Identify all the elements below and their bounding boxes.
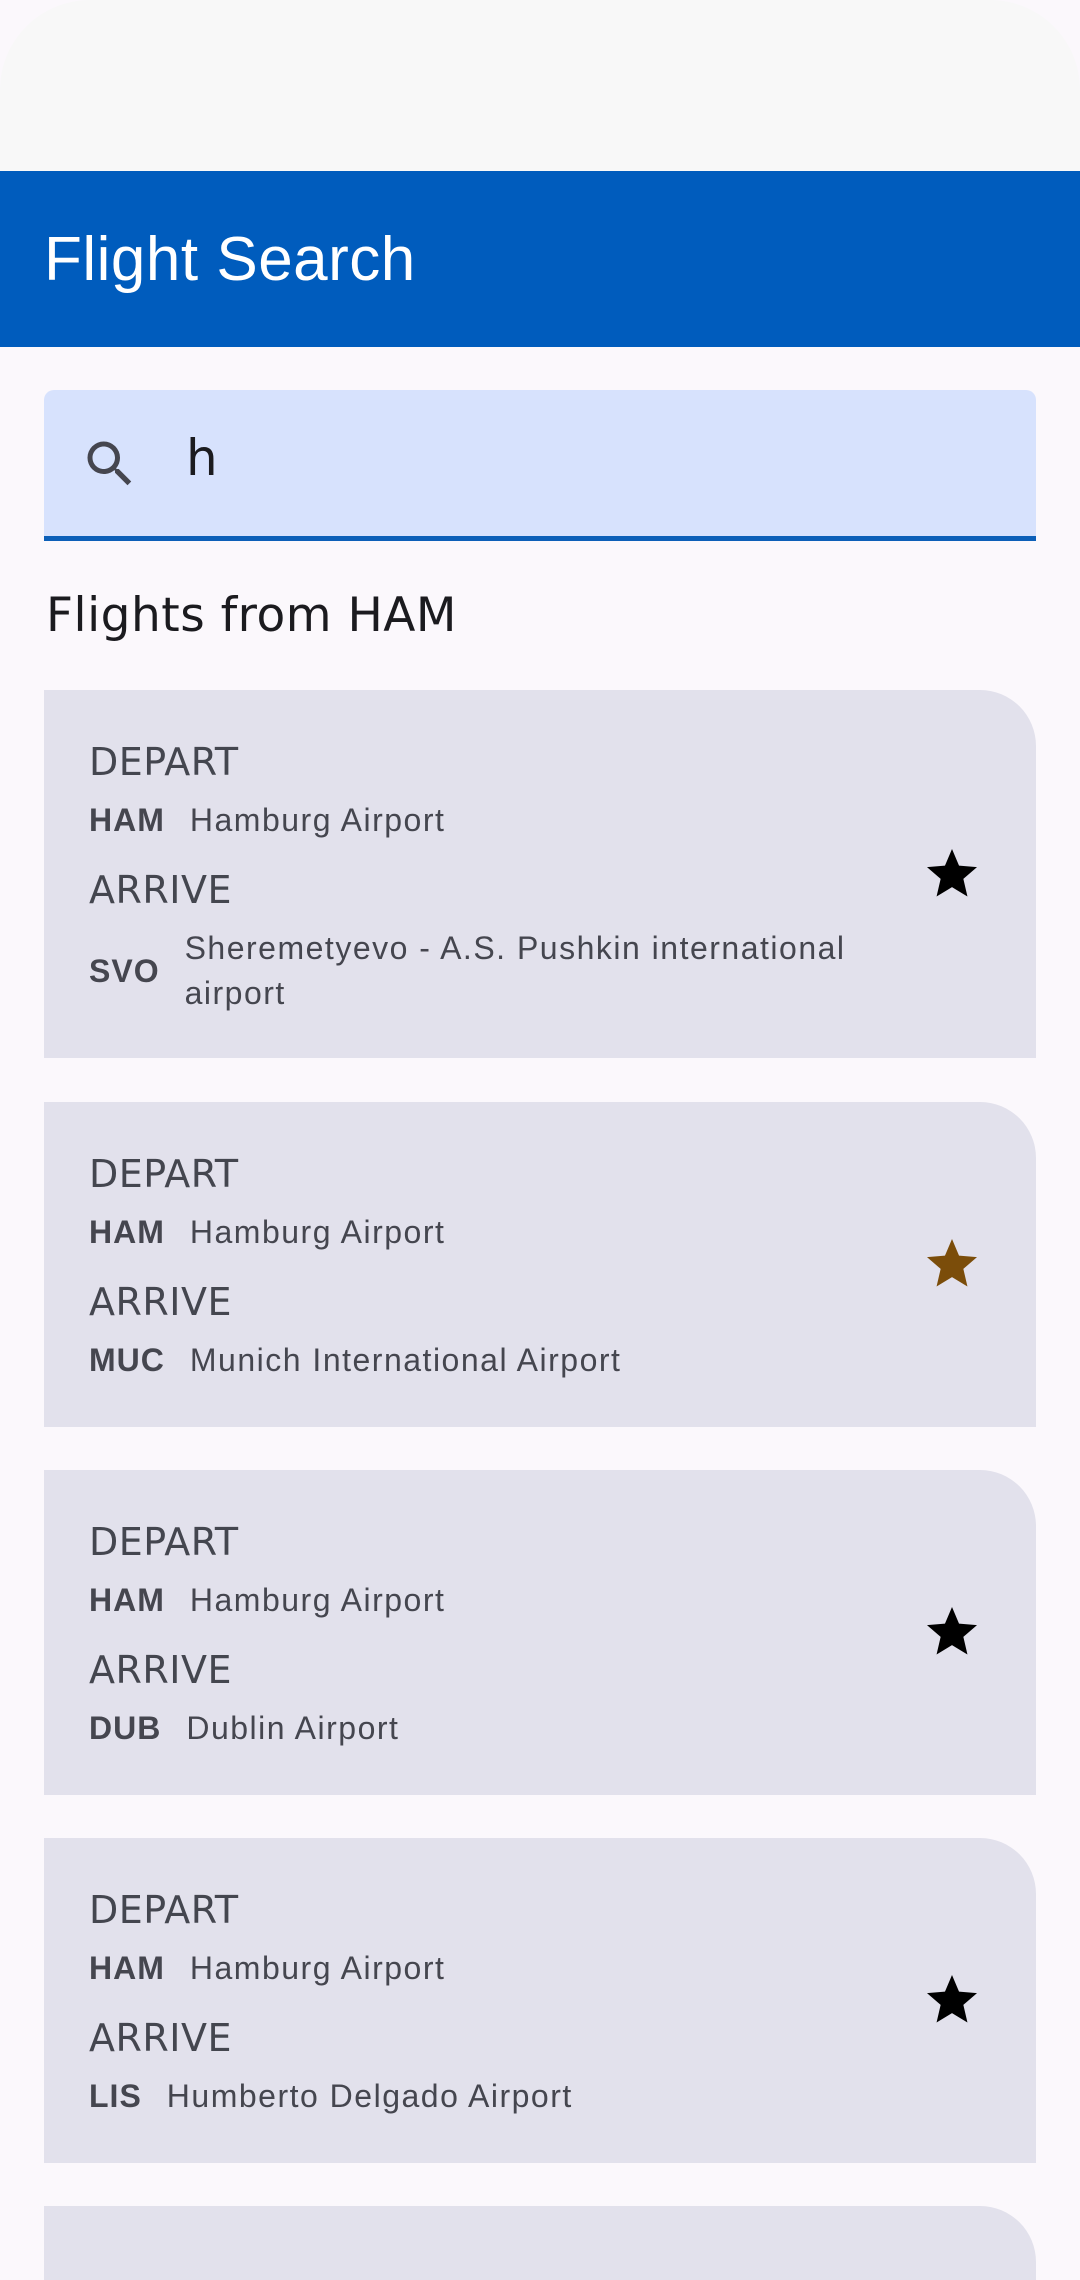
arrive-label: ARRIVE	[89, 868, 233, 912]
app-title: Flight Search	[44, 224, 416, 294]
flight-card[interactable]: DEPART HAM Hamburg Airport ARRIVE SVO Sh…	[44, 690, 1036, 1058]
depart-row: HAM Hamburg Airport	[89, 1210, 889, 1255]
status-bar-area	[0, 0, 1080, 171]
depart-code: HAM	[89, 1214, 165, 1250]
arrive-label: ARRIVE	[89, 1648, 233, 1692]
flight-card[interactable]: DEPART HAM Hamburg Airport ARRIVE MUC Mu…	[44, 1102, 1036, 1427]
arrive-code: DUB	[89, 1710, 162, 1746]
arrive-airport-name: Sheremetyevo - A.S. Pushkin internationa…	[184, 930, 846, 1011]
search-field[interactable]	[44, 390, 1036, 541]
favorite-star-icon[interactable]	[922, 1970, 982, 2030]
arrive-row: DUB Dublin Airport	[89, 1706, 889, 1751]
arrive-code: LIS	[89, 2078, 142, 2114]
depart-label: DEPART	[89, 1888, 239, 1932]
favorite-star-icon[interactable]	[922, 1602, 982, 1662]
search-input[interactable]	[186, 418, 986, 498]
depart-row: HAM Hamburg Airport	[89, 1578, 889, 1623]
flight-card[interactable]: DEPART HAM Hamburg Airport ARRIVE LIS Hu…	[44, 1838, 1036, 2163]
arrive-row: SVO Sheremetyevo - A.S. Pushkin internat…	[89, 926, 889, 1016]
favorite-star-icon[interactable]	[922, 1234, 982, 1294]
depart-airport-name: Hamburg Airport	[189, 1214, 446, 1250]
depart-label: DEPART	[89, 740, 239, 784]
depart-row: HAM Hamburg Airport	[89, 798, 889, 843]
search-icon	[87, 441, 132, 486]
depart-airport-name: Hamburg Airport	[189, 802, 446, 838]
top-app-bar: Flight Search	[0, 171, 1080, 347]
screen: Flight Search Flights from HAM DEPART HA…	[0, 0, 1080, 2280]
arrive-label: ARRIVE	[89, 2016, 233, 2060]
depart-label: DEPART	[89, 1520, 239, 1564]
arrive-code: MUC	[89, 1342, 165, 1378]
flight-card-partial[interactable]	[44, 2206, 1036, 2280]
depart-code: HAM	[89, 1950, 165, 1986]
arrive-airport-name: Humberto Delgado Airport	[166, 2078, 573, 2114]
arrive-code: SVO	[89, 952, 160, 989]
depart-label: DEPART	[89, 1152, 239, 1196]
depart-code: HAM	[89, 802, 165, 838]
depart-airport-name: Hamburg Airport	[189, 1950, 446, 1986]
arrive-label: ARRIVE	[89, 1280, 233, 1324]
depart-code: HAM	[89, 1582, 165, 1618]
flight-card[interactable]: DEPART HAM Hamburg Airport ARRIVE DUB Du…	[44, 1470, 1036, 1795]
arrive-airport-name: Munich International Airport	[189, 1342, 622, 1378]
arrive-row: LIS Humberto Delgado Airport	[89, 2074, 889, 2119]
depart-row: HAM Hamburg Airport	[89, 1946, 889, 1991]
section-title: Flights from HAM	[46, 588, 457, 643]
arrive-airport-name: Dublin Airport	[186, 1710, 400, 1746]
depart-airport-name: Hamburg Airport	[189, 1582, 446, 1618]
favorite-star-icon[interactable]	[922, 844, 982, 904]
arrive-row: MUC Munich International Airport	[89, 1338, 889, 1383]
